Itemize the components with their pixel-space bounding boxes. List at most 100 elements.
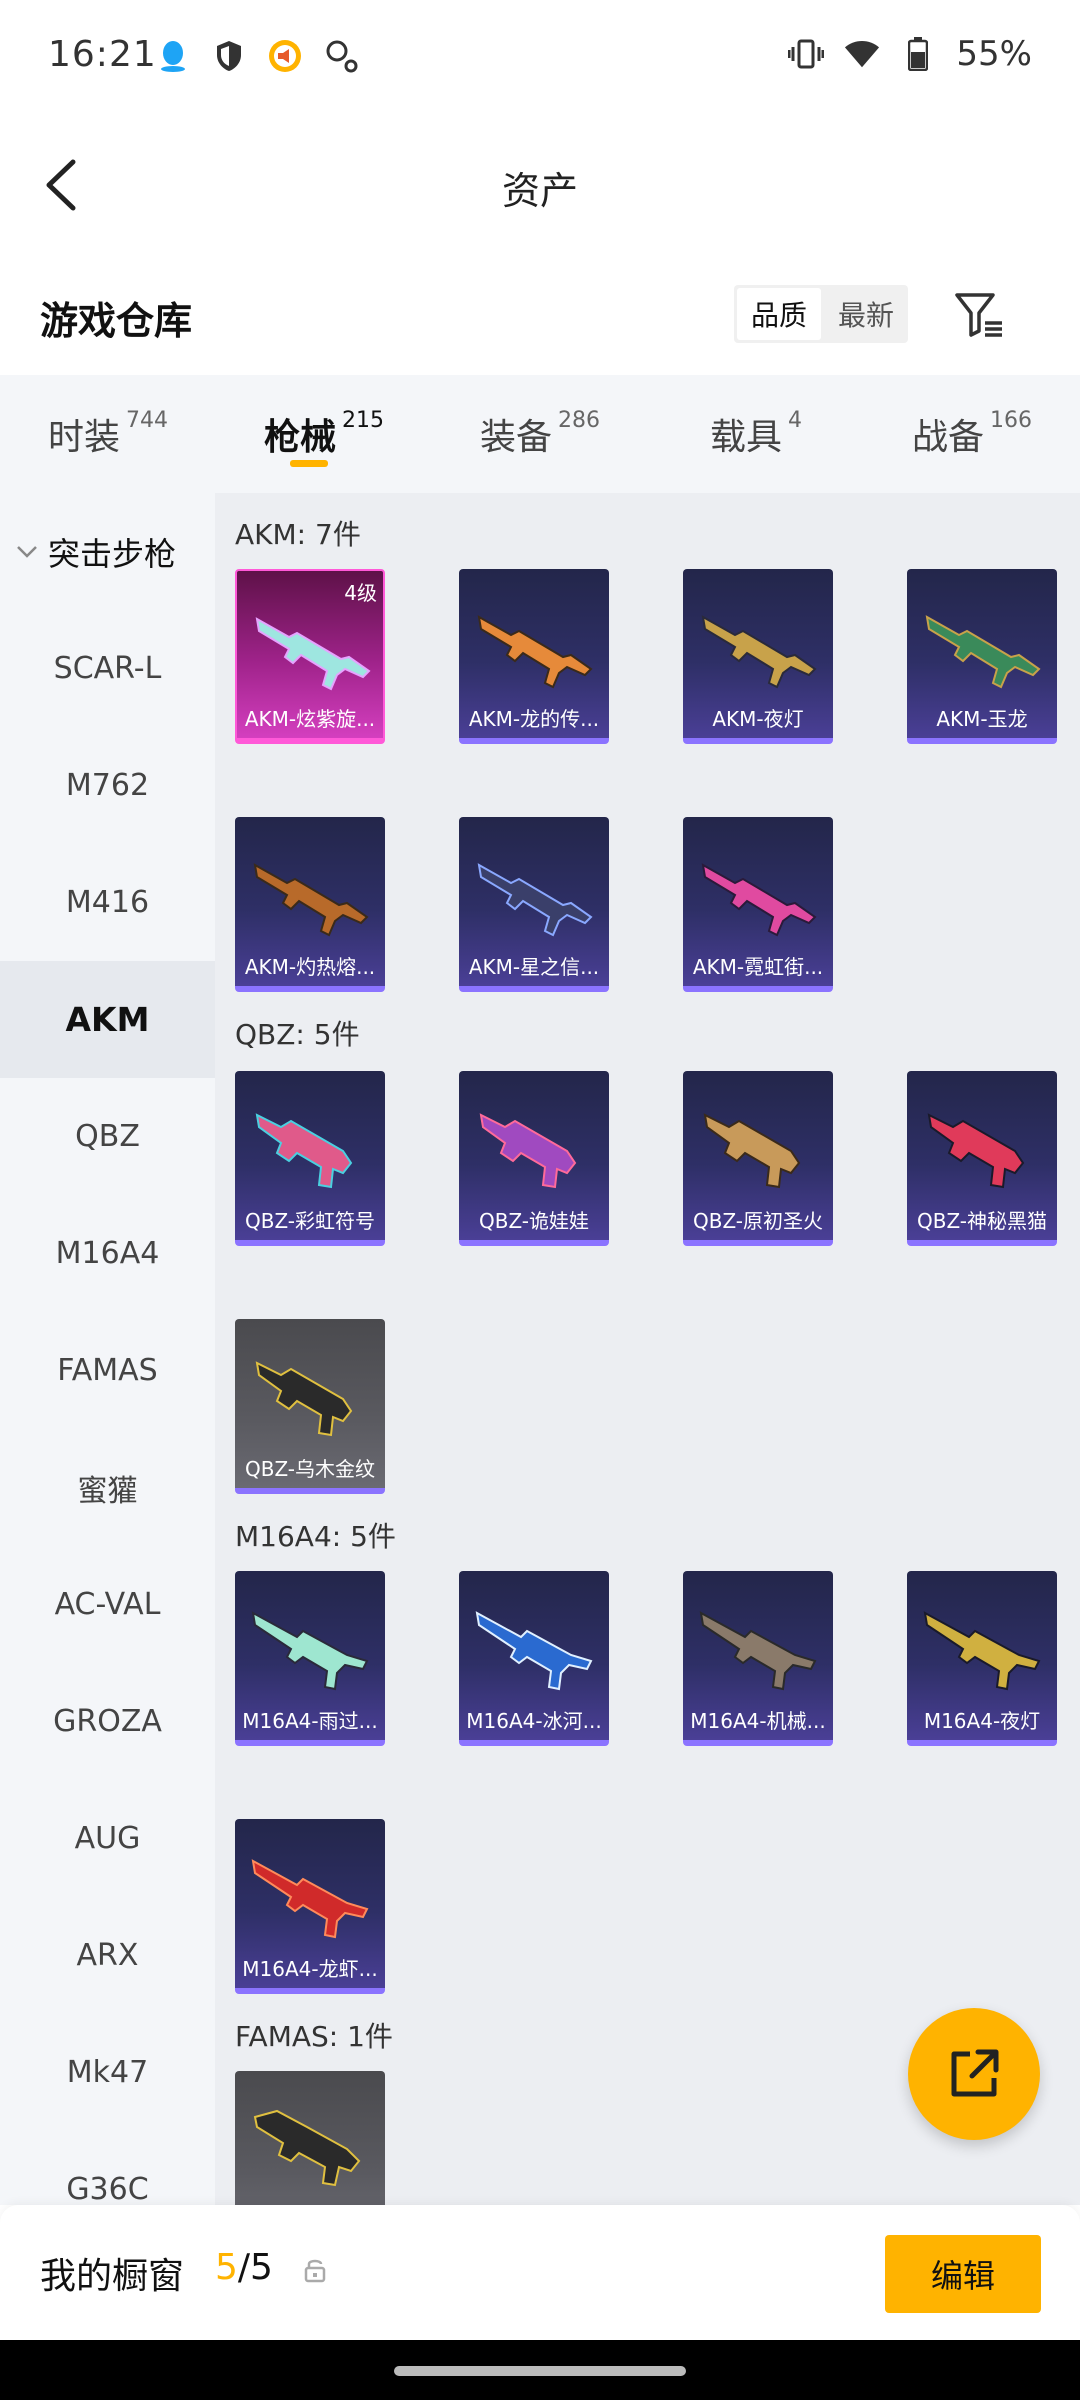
sidebar-item-g36c[interactable]: G36C: [0, 2131, 215, 2205]
sidebar-item-aug[interactable]: AUG: [0, 1780, 215, 1897]
filter-button[interactable]: [950, 285, 1010, 345]
status-time: 16:21: [48, 34, 157, 75]
sidebar-group-assault-rifles[interactable]: 突击步枪: [0, 493, 215, 610]
sidebar-item-ac-val[interactable]: AC-VAL: [0, 1546, 215, 1663]
sort-option-latest[interactable]: 最新: [824, 285, 908, 343]
sidebar-item-arx[interactable]: ARX: [0, 1897, 215, 2014]
chevron-down-icon: [17, 545, 37, 558]
tab-count: 215: [342, 407, 384, 433]
skin-card-label: AKM-玉龙: [936, 707, 1028, 731]
filter-icon: [955, 293, 1002, 337]
lock-icon: [304, 2259, 326, 2283]
showcase-title: 我的橱窗: [40, 2256, 185, 2297]
showcase-bar: 我的橱窗 5/5 编辑: [0, 2205, 1080, 2340]
active-tab-indicator: [290, 460, 328, 467]
vibrate-icon: [788, 36, 825, 72]
skin-card-m16a4-2[interactable]: M16A4-冰河...: [459, 1571, 609, 1746]
warehouse-row: 游戏仓库 品质 最新: [0, 255, 1080, 375]
tab-label: 枪械: [263, 417, 336, 458]
weapon-skin-grid: AKM: 7件 4级 AKM-炫紫旋... AKM-龙的传... AKM-夜灯 …: [215, 493, 1080, 2205]
section-title-qbz: QBZ: 5件: [235, 1018, 360, 1051]
skin-card-label: AKM-灼热熔...: [244, 955, 376, 979]
skin-card-qbz-3[interactable]: QBZ-原初圣火: [683, 1071, 833, 1246]
share-fab[interactable]: [908, 2008, 1040, 2140]
skin-card-famas-1[interactable]: [235, 2071, 385, 2205]
tab-fashion[interactable]: 时装 744: [0, 375, 216, 493]
sidebar-item-groza[interactable]: GROZA: [0, 1663, 215, 1780]
tab-equipment[interactable]: 装备 286: [432, 375, 648, 493]
m16a4-rifle-icon: [475, 1611, 593, 1691]
weapon-sidebar: 突击步枪 SCAR-L M762 M416 AKM QBZ M16A4 FAMA…: [0, 493, 215, 2205]
tab-count: 744: [126, 407, 168, 433]
skin-card-label: AKM-夜灯: [712, 707, 804, 731]
m16a4-rifle-icon: [251, 1611, 369, 1691]
tab-vehicles[interactable]: 载具 4: [648, 375, 864, 493]
tab-label: 载具: [709, 417, 782, 458]
akm-rifle-icon: [477, 863, 593, 937]
skin-card-akm-2[interactable]: AKM-龙的传...: [459, 569, 609, 744]
skin-card-qbz-5[interactable]: QBZ-乌木金纹: [235, 1319, 385, 1494]
section-title-m16a4: M16A4: 5件: [235, 1520, 396, 1553]
skin-card-m16a4-1[interactable]: M16A4-雨过...: [235, 1571, 385, 1746]
skin-card-label: M16A4-冰河...: [466, 1709, 602, 1733]
famas-rifle-icon: [253, 2109, 361, 2187]
skin-card-label: QBZ-诡娃娃: [478, 1209, 590, 1233]
skin-card-akm-3[interactable]: AKM-夜灯: [683, 569, 833, 744]
sidebar-item-honey-badger[interactable]: 蜜獾: [0, 1429, 215, 1546]
sidebar-item-akm[interactable]: AKM: [0, 961, 215, 1078]
skin-card-qbz-1[interactable]: QBZ-彩虹符号: [235, 1071, 385, 1246]
sidebar-item-famas[interactable]: FAMAS: [0, 1312, 215, 1429]
sidebar-item-scar-l[interactable]: SCAR-L: [0, 610, 215, 727]
wifi-icon: [844, 36, 880, 72]
skin-card-label: QBZ-彩虹符号: [244, 1209, 376, 1233]
warehouse-title: 游戏仓库: [40, 299, 193, 343]
skin-card-label: M16A4-龙虾...: [242, 1957, 378, 1981]
akm-rifle-icon: [925, 615, 1041, 689]
skin-card-akm-4[interactable]: AKM-玉龙: [907, 569, 1057, 744]
akm-rifle-icon: [701, 615, 817, 689]
tab-count: 166: [990, 407, 1032, 433]
sort-option-quality[interactable]: 品质: [737, 288, 821, 340]
battery-percent: 55%: [956, 34, 1032, 74]
battery-icon: [900, 36, 936, 72]
home-gesture-handle[interactable]: [394, 2366, 686, 2376]
skin-card-akm-5[interactable]: AKM-灼热熔...: [235, 817, 385, 992]
skin-card-qbz-2[interactable]: QBZ-诡娃娃: [459, 1071, 609, 1246]
sort-toggle: 品质 最新: [734, 285, 908, 343]
skin-card-akm-1[interactable]: 4级 AKM-炫紫旋...: [235, 569, 385, 744]
sidebar-item-mk47[interactable]: Mk47: [0, 2014, 215, 2131]
tab-label: 装备: [479, 417, 552, 458]
skin-card-label: QBZ-神秘黑猫: [916, 1209, 1048, 1233]
skin-card-akm-6[interactable]: AKM-星之信...: [459, 817, 609, 992]
skin-card-akm-7[interactable]: AKM-霓虹街...: [683, 817, 833, 992]
akm-rifle-icon: [701, 863, 817, 937]
sidebar-item-m416[interactable]: M416: [0, 844, 215, 961]
edit-button[interactable]: 编辑: [885, 2235, 1041, 2313]
skin-card-label: QBZ-乌木金纹: [244, 1457, 376, 1481]
skin-card-label: M16A4-夜灯: [923, 1709, 1041, 1733]
tab-count: 286: [558, 407, 600, 433]
skin-card-label: M16A4-机械...: [690, 1709, 826, 1733]
status-icons-left: [155, 38, 359, 74]
sidebar-item-m16a4[interactable]: M16A4: [0, 1195, 215, 1312]
skin-card-m16a4-5[interactable]: M16A4-龙虾...: [235, 1819, 385, 1994]
tab-supplies[interactable]: 战备 166: [864, 375, 1080, 493]
skin-card-label: QBZ-原初圣火: [692, 1209, 824, 1233]
sidebar-item-qbz[interactable]: QBZ: [0, 1078, 215, 1195]
section-title-famas: FAMAS: 1件: [235, 2020, 393, 2053]
showcase-count-current: 5: [215, 2247, 238, 2288]
skin-card-qbz-4[interactable]: QBZ-神秘黑猫: [907, 1071, 1057, 1246]
skin-card-m16a4-4[interactable]: M16A4-夜灯: [907, 1571, 1057, 1746]
top-header: 资产: [0, 115, 1080, 255]
system-nav-bar: [0, 2340, 1080, 2400]
showcase-count: 5/5: [215, 2247, 273, 2288]
sidebar-item-m762[interactable]: M762: [0, 727, 215, 844]
skin-card-m16a4-3[interactable]: M16A4-机械...: [683, 1571, 833, 1746]
location-search-icon: [323, 38, 359, 74]
skin-card-label: AKM-炫紫旋...: [244, 707, 376, 731]
tab-firearms[interactable]: 枪械 215: [216, 375, 432, 493]
qbz-rifle-icon: [255, 1113, 353, 1189]
qbz-rifle-icon: [255, 1361, 353, 1437]
speaker-badge-icon: [267, 38, 303, 74]
qbz-rifle-icon: [479, 1113, 577, 1189]
